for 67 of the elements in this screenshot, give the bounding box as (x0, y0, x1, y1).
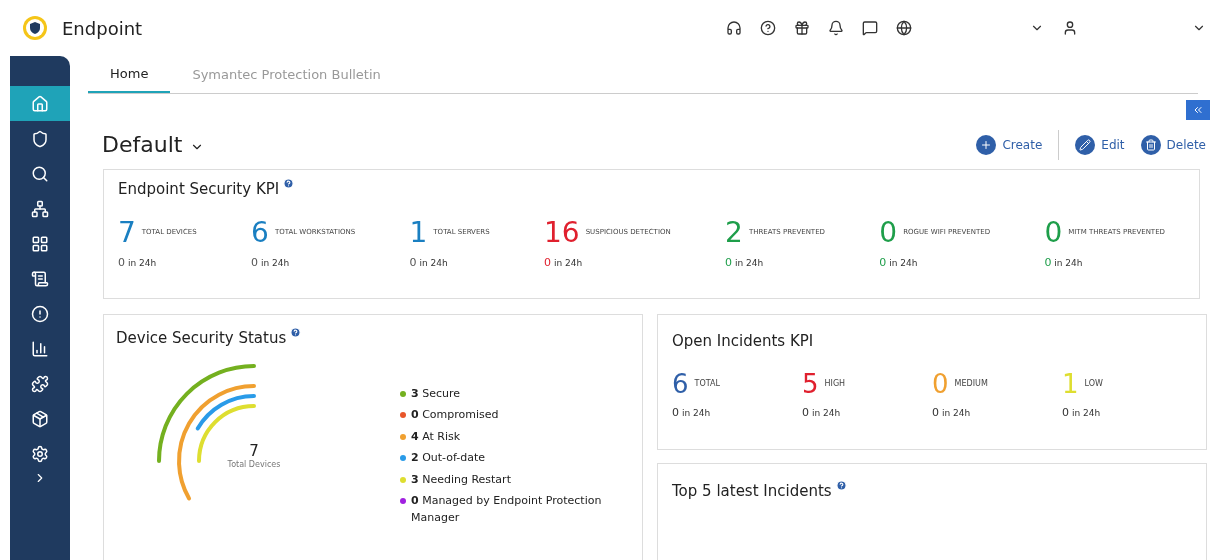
settings-icon (31, 444, 49, 463)
kpi-value: 16 (544, 218, 580, 247)
kpi-value: 1 (1062, 371, 1079, 397)
legend-label: 3 Needing Restart (411, 471, 511, 488)
create-icon (976, 134, 997, 155)
kpi-value: 0 (879, 218, 898, 247)
card-title: Open Incidents KPI (672, 332, 814, 350)
kpi-change: 0 in 24h (251, 254, 291, 271)
kpi-change: 0 in 24h (672, 405, 712, 421)
edit-icon (1075, 134, 1096, 155)
kpi-change: 0 in 24h (1044, 254, 1084, 271)
kpi-label: MEDIUM (954, 378, 988, 390)
total-label: Total Devices (227, 458, 281, 471)
kpi-label: LOW (1084, 378, 1103, 390)
kpi-value: 5 (802, 371, 819, 397)
card-title: Device Security Status (116, 328, 287, 349)
kpi-value: 7 (118, 218, 136, 247)
alert-icon (31, 304, 49, 323)
gift-icon[interactable] (794, 20, 810, 36)
legend-label: 2 Out-of-date (411, 450, 486, 466)
help-icon[interactable] (760, 20, 776, 36)
create-button[interactable]: Create (976, 134, 1043, 155)
card-title: Endpoint Security KPI (118, 179, 280, 200)
legend-label: 0 Managed by Endpoint Protection Manager (411, 493, 603, 526)
kpi-label: TOTAL (694, 378, 720, 390)
document-icon (31, 269, 49, 288)
tab[interactable]: Home (88, 56, 171, 93)
kpi-value: 6 (251, 218, 269, 247)
globe-icon[interactable] (896, 20, 912, 36)
app-title: Endpoint (62, 16, 143, 41)
delete-icon (1140, 134, 1161, 155)
edit-button[interactable]: Edit (1075, 134, 1125, 155)
kpi-change: 0 in 24h (932, 405, 972, 421)
kpi-change: 0 in 24h (409, 254, 449, 271)
box-icon (31, 409, 49, 428)
kpi-change: 0 in 24h (1062, 405, 1102, 421)
kpi-change: 0 in 24h (118, 254, 158, 271)
legend-label: 4 At Risk (411, 428, 461, 445)
search-icon (31, 164, 49, 183)
home-icon (31, 94, 49, 113)
kpi-value: 0 (1044, 218, 1063, 247)
kpi-value: 2 (725, 218, 743, 247)
chat-icon[interactable] (862, 20, 878, 36)
legend-label: 3 Secure (411, 385, 460, 402)
kpi-change: 0 in 24h (725, 254, 765, 271)
hierarchy-icon (31, 199, 49, 218)
card-title: Top 5 latest Incidents (672, 481, 832, 502)
kpi-change: 0 in 24h (544, 254, 584, 271)
bell-icon[interactable] (828, 20, 844, 36)
kpi-label: HIGH (824, 378, 846, 390)
double-chevron-icon (1192, 104, 1204, 116)
kpi-change: 0 in 24h (802, 405, 842, 421)
delete-button[interactable]: Delete (1140, 134, 1206, 155)
headset-icon[interactable] (726, 20, 742, 36)
kpi-change: 0 in 24h (879, 254, 919, 271)
apps-icon (31, 234, 49, 253)
kpi-value: 0 (932, 371, 949, 397)
shield-logo-icon (22, 15, 48, 41)
chart-icon (31, 339, 49, 358)
kpi-value: 1 (409, 218, 428, 247)
kpi-value: 6 (672, 371, 689, 397)
shield-icon (31, 129, 49, 148)
total-value: 7 (249, 443, 259, 459)
puzzle-icon (31, 374, 49, 393)
user-icon[interactable] (1062, 20, 1078, 36)
dashboard-title: Default (102, 131, 183, 159)
legend-label: 0 Compromised (411, 407, 499, 423)
